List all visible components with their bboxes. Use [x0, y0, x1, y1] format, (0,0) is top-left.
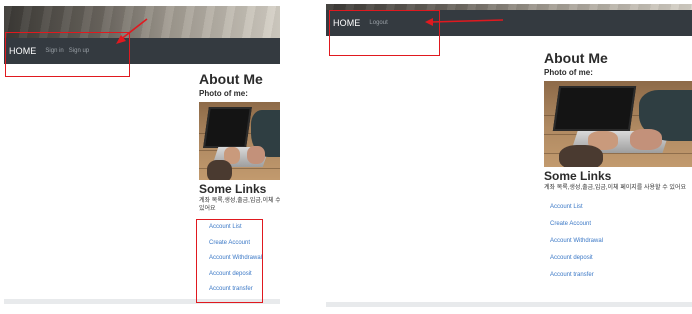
account-withdrawal-link[interactable]: Account Withdrawal — [544, 233, 692, 250]
account-transfer-link[interactable]: Account transfer — [544, 267, 692, 284]
about-section: About Me Photo of me: Some Links 계좌 목록,생… — [544, 50, 692, 284]
photo-label: Photo of me: — [199, 89, 248, 98]
footer-bar — [326, 302, 692, 307]
links-description: 계좌 목록,생성,출금,입금,이체 페이지를 사용할 수 있어요 — [544, 185, 686, 191]
account-deposit-link[interactable]: Account deposit — [544, 250, 692, 267]
links-title: Some Links — [544, 169, 612, 183]
create-account-link[interactable]: Create Account — [544, 216, 692, 233]
highlight-box-left-nav — [5, 32, 130, 77]
highlight-box-left-links — [196, 219, 263, 303]
account-links-list: Account List Create Account Account With… — [544, 199, 692, 284]
photo-label: Photo of me: — [544, 68, 593, 77]
profile-photo — [199, 102, 280, 180]
about-title: About Me — [544, 50, 608, 66]
account-list-link[interactable]: Account List — [544, 199, 692, 216]
about-title: About Me — [199, 71, 263, 87]
profile-photo — [544, 81, 692, 167]
highlight-box-right-nav — [329, 10, 440, 56]
links-description: 계좌 목록,생성,출금,입금,이체 수 있어요 — [199, 198, 280, 212]
links-title: Some Links — [199, 182, 267, 196]
